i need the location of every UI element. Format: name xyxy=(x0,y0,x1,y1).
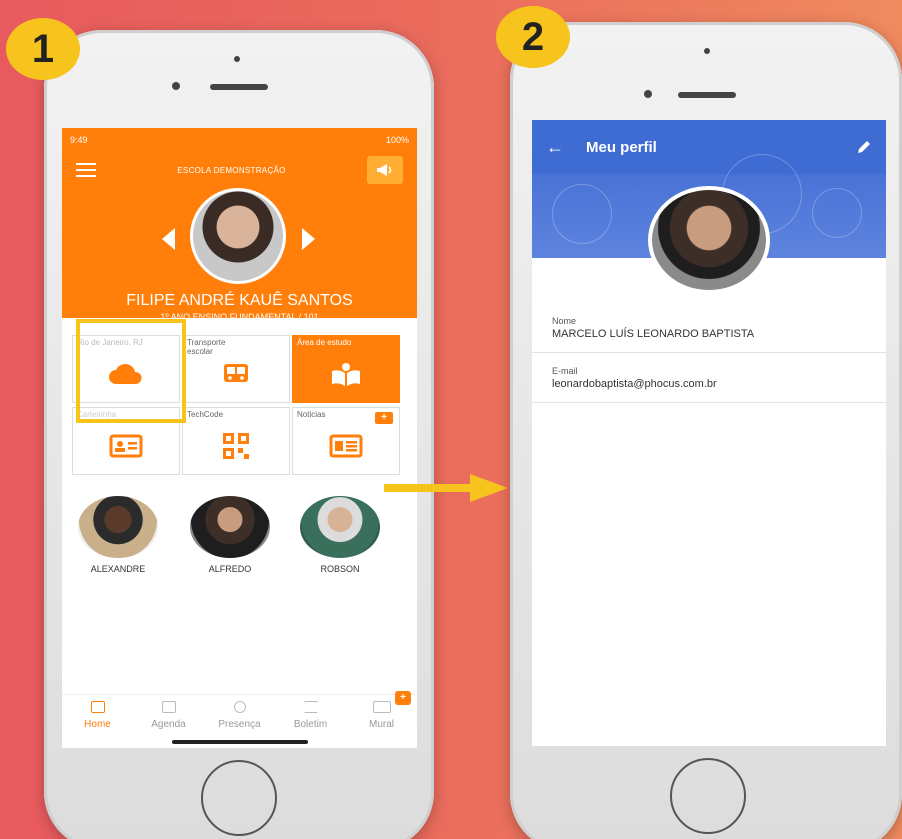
phone-2-screen: ← Meu perfil Nome MARCELO LUÍS LEONARDO … xyxy=(532,120,886,746)
megaphone-button[interactable] xyxy=(366,156,403,184)
tile-school-transport[interactable]: Transporte escolar xyxy=(182,335,290,403)
name-field: Nome MARCELO LUÍS LEONARDO BAPTISTA xyxy=(552,316,754,340)
front-camera xyxy=(644,90,652,98)
nav-label: Home xyxy=(84,719,111,730)
bus-icon xyxy=(224,364,248,382)
student-header: FILIPE ANDRÉ KAUÊ SANTOS 1º ANO ENSINO F… xyxy=(62,188,417,322)
speaker-grille xyxy=(678,92,736,98)
tile-study-area[interactable]: Área de estudo xyxy=(292,335,400,403)
student-avatar xyxy=(190,188,286,284)
speaker-grille xyxy=(210,84,268,90)
nav-home[interactable]: Home xyxy=(62,695,133,748)
list-icon xyxy=(303,701,318,713)
next-student-icon[interactable] xyxy=(302,228,315,250)
back-arrow-icon[interactable]: ← xyxy=(546,137,574,158)
teacher-name: ALFREDO xyxy=(208,564,252,574)
status-time: 9:49 xyxy=(70,135,88,145)
menu-icon[interactable] xyxy=(76,163,96,177)
tile-techcode[interactable]: TechCode xyxy=(182,407,290,475)
sensor xyxy=(234,56,240,62)
divider xyxy=(532,352,886,353)
nav-label: Presença xyxy=(218,719,261,730)
school-name: ESCOLA DEMONSTRAÇÃO xyxy=(177,165,286,175)
field-label: E-mail xyxy=(552,366,578,376)
teacher-item[interactable]: ROBSON xyxy=(290,496,390,574)
decorative-circle xyxy=(552,184,612,244)
teacher-name: ROBSON xyxy=(320,564,360,574)
tile-label: Área de estudo xyxy=(297,338,352,347)
home-hardware-button[interactable] xyxy=(670,758,746,834)
decorative-circle xyxy=(812,188,862,238)
id-card-icon xyxy=(109,434,143,458)
mural-new-badge: + xyxy=(395,691,411,705)
nav-label: Agenda xyxy=(151,719,186,730)
step-1-badge: 1 xyxy=(6,18,80,80)
field-value: MARCELO LUÍS LEONARDO BAPTISTA xyxy=(552,328,755,340)
profile-avatar xyxy=(648,186,770,294)
profile-app-bar: ← Meu perfil xyxy=(532,120,886,174)
teacher-item[interactable]: ALEXANDRE xyxy=(68,496,168,574)
news-new-badge: + xyxy=(375,412,393,424)
home-indicator xyxy=(172,740,308,744)
tile-label: Noticias xyxy=(297,410,326,419)
tile-news[interactable]: Noticias + xyxy=(292,407,400,475)
step-arrow-icon xyxy=(470,474,508,502)
teacher-avatar xyxy=(78,496,158,558)
qr-code-icon xyxy=(223,433,249,459)
previous-student-icon[interactable] xyxy=(162,228,175,250)
edit-pencil-icon[interactable] xyxy=(856,139,872,155)
teacher-name: ALEXANDRE xyxy=(90,564,146,574)
status-battery: 100% xyxy=(385,135,409,145)
teacher-avatar xyxy=(190,496,270,558)
nav-label: Mural xyxy=(368,719,394,730)
highlight-box xyxy=(76,319,186,423)
teacher-item[interactable]: ALFREDO xyxy=(180,496,280,574)
student-name: FILIPE ANDRÉ KAUÊ SANTOS xyxy=(126,292,353,309)
step-2-badge: 2 xyxy=(496,6,570,68)
home-icon xyxy=(90,701,105,713)
step-arrow-shaft xyxy=(384,484,474,492)
field-label: Nome xyxy=(552,316,577,326)
phone-1-screen: 9:49 100% ESCOLA DEMONSTRAÇÃO FILIPE AND… xyxy=(62,128,417,748)
front-camera xyxy=(172,82,180,90)
status-bar: 9:49 100% xyxy=(62,128,417,152)
teacher-avatar xyxy=(300,496,380,558)
megaphone-icon xyxy=(376,164,392,176)
page-title: Meu perfil xyxy=(586,138,657,156)
app-bar: ESCOLA DEMONSTRAÇÃO xyxy=(62,152,417,188)
location-pin-icon xyxy=(233,701,246,713)
tile-label: Transporte escolar xyxy=(187,338,226,356)
email-field: E-mail leonardobaptista@phocus.com.br xyxy=(552,366,717,390)
divider xyxy=(532,402,886,403)
field-value: leonardobaptista@phocus.com.br xyxy=(552,378,717,390)
sensor xyxy=(704,48,710,54)
nav-mural[interactable]: + Mural xyxy=(346,691,417,748)
book-icon xyxy=(332,363,360,386)
calendar-icon xyxy=(161,701,176,713)
tile-label: TechCode xyxy=(187,410,224,419)
home-hardware-button[interactable] xyxy=(201,760,277,836)
news-icon xyxy=(329,434,363,458)
image-icon xyxy=(372,701,391,713)
nav-label: Boletim xyxy=(293,719,328,730)
